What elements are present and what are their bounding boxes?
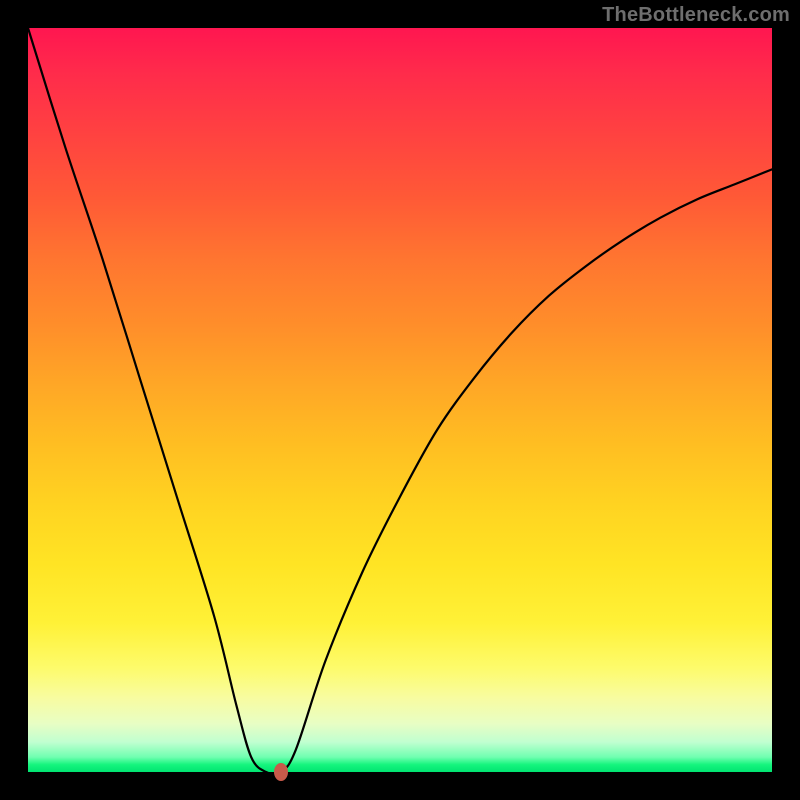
chart-frame: TheBottleneck.com	[0, 0, 800, 800]
bottleneck-curve	[28, 28, 772, 774]
optimum-marker	[274, 763, 288, 781]
curve-svg	[28, 28, 772, 772]
plot-area	[28, 28, 772, 772]
watermark-text: TheBottleneck.com	[602, 4, 790, 27]
